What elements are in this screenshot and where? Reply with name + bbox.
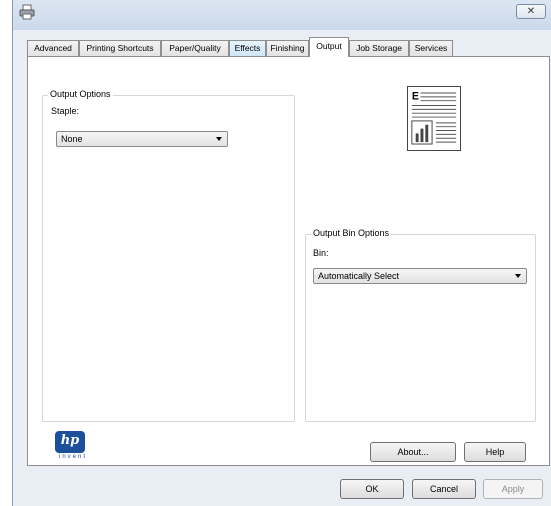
preview-letter: E — [412, 91, 419, 103]
tab-printing-shortcuts[interactable]: Printing Shortcuts — [79, 40, 161, 56]
tab-paper-quality[interactable]: Paper/Quality — [161, 40, 229, 56]
title-bar: ✕ — [13, 0, 551, 30]
hp-logo: hp invent — [51, 431, 95, 463]
output-tab-panel: Output Options Staple: None E Output Bin… — [27, 56, 550, 466]
output-options-legend: Output Options — [48, 89, 113, 99]
tab-finishing[interactable]: Finishing — [266, 40, 309, 56]
close-icon: ✕ — [526, 6, 536, 17]
bin-label: Bin: — [313, 248, 329, 258]
tab-advanced[interactable]: Advanced — [27, 40, 79, 56]
tab-effects[interactable]: Effects — [229, 40, 266, 56]
close-button[interactable]: ✕ — [516, 4, 546, 19]
document-preview-icon: E — [407, 86, 461, 151]
tab-output[interactable]: Output — [309, 37, 349, 57]
output-options-group: Output Options Staple: None — [42, 89, 295, 422]
chevron-down-icon — [515, 274, 521, 278]
staple-select[interactable]: None — [56, 131, 228, 147]
ok-button[interactable]: OK — [340, 479, 404, 499]
hp-logo-text: hp — [60, 433, 80, 448]
output-bin-options-group: Output Bin Options Bin: Automatically Se… — [305, 228, 536, 422]
bin-value: Automatically Select — [318, 271, 400, 281]
help-button[interactable]: Help — [464, 442, 526, 462]
printer-icon — [19, 4, 35, 20]
output-bin-options-legend: Output Bin Options — [311, 228, 392, 238]
print-properties-window: ✕ Advanced Printing Shortcuts Paper/Qual… — [12, 0, 551, 506]
tab-job-storage[interactable]: Job Storage — [349, 40, 409, 56]
cancel-button[interactable]: Cancel — [412, 479, 476, 499]
apply-button[interactable]: Apply — [483, 479, 543, 499]
about-button[interactable]: About... — [370, 442, 456, 462]
hp-logo-tagline: invent — [58, 454, 87, 460]
staple-value: None — [61, 134, 83, 144]
hp-logo-badge: hp — [55, 431, 85, 453]
bin-select[interactable]: Automatically Select — [313, 268, 527, 284]
chevron-down-icon — [216, 137, 222, 141]
tab-services[interactable]: Services — [409, 40, 453, 56]
staple-label: Staple: — [51, 106, 80, 116]
